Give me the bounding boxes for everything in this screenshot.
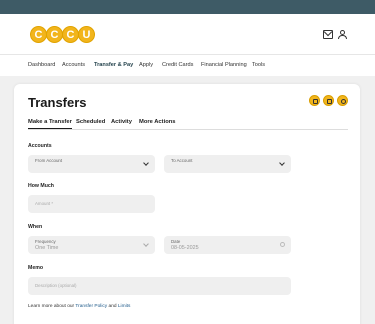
limits-link[interactable]: Limits <box>118 304 131 309</box>
frequency-select[interactable]: Frequency One Time <box>28 236 155 254</box>
tab-make-transfer[interactable]: Make a Transfer <box>28 119 72 129</box>
accounts-heading: Accounts <box>28 143 52 149</box>
mail-icon[interactable] <box>323 30 333 39</box>
history-action-icon[interactable] <box>323 95 334 106</box>
chevron-down-icon <box>143 160 149 166</box>
main-nav: Dashboard Accounts Transfer & Pay Apply … <box>0 54 375 76</box>
when-heading: When <box>28 224 43 230</box>
frequency-label: Frequency <box>35 239 56 244</box>
nav-financial-planning[interactable]: Financial Planning <box>201 62 247 68</box>
nav-accounts[interactable]: Accounts <box>62 62 85 68</box>
nav-dashboard[interactable]: Dashboard <box>28 62 55 68</box>
transfer-policy-link[interactable]: Transfer Policy <box>75 304 107 309</box>
logo-letter: U <box>78 26 95 43</box>
date-value: 08-05-2025 <box>171 245 199 251</box>
top-banner <box>0 0 375 14</box>
transfer-action-icon[interactable] <box>309 95 320 106</box>
how-much-heading: How Much <box>28 183 54 189</box>
nav-tools[interactable]: Tools <box>252 62 265 68</box>
nav-transfer-pay[interactable]: Transfer & Pay <box>94 62 133 68</box>
user-icon-body <box>338 35 347 39</box>
tab-more-actions[interactable]: More Actions <box>139 119 176 125</box>
date-input[interactable]: Date 08-05-2025 <box>164 236 291 254</box>
to-account-label: To Account <box>171 158 193 163</box>
date-label: Date <box>171 239 181 244</box>
memo-placeholder: Description (optional) <box>35 283 77 288</box>
from-account-label: From Account <box>35 158 63 163</box>
logo-letter: C <box>46 26 63 43</box>
memo-heading: Memo <box>28 265 43 271</box>
brand-logo[interactable]: C C C U <box>30 26 95 44</box>
transfers-card: Transfers Make a Transfer Scheduled Acti… <box>14 84 360 324</box>
page-title: Transfers <box>28 95 87 110</box>
policy-and: and <box>107 304 118 309</box>
amount-placeholder: Amount * <box>35 201 54 206</box>
policy-prefix: Learn more about our <box>28 304 76 309</box>
site-header: C C C U <box>0 14 375 54</box>
from-account-select[interactable]: From Account <box>28 155 155 173</box>
chevron-down-icon <box>279 160 285 166</box>
calendar-icon[interactable] <box>280 242 285 247</box>
transfer-policy-note: Learn more about our Transfer Policy and… <box>28 304 130 309</box>
tab-scheduled[interactable]: Scheduled <box>76 119 105 125</box>
tab-activity[interactable]: Activity <box>111 119 132 125</box>
amount-input[interactable]: Amount * <box>28 195 155 213</box>
logo-letter: C <box>62 26 79 43</box>
transfer-tabs: Make a Transfer Scheduled Activity More … <box>28 118 348 130</box>
logo-letter: C <box>30 26 47 43</box>
to-account-select[interactable]: To Account <box>164 155 291 173</box>
memo-input[interactable]: Description (optional) <box>28 277 291 295</box>
frequency-value: One Time <box>35 245 59 251</box>
user-icon[interactable] <box>338 30 348 39</box>
nav-apply[interactable]: Apply <box>139 62 153 68</box>
nav-credit-cards[interactable]: Credit Cards <box>162 62 193 68</box>
help-icon[interactable] <box>337 95 348 106</box>
chevron-down-icon <box>143 241 149 247</box>
